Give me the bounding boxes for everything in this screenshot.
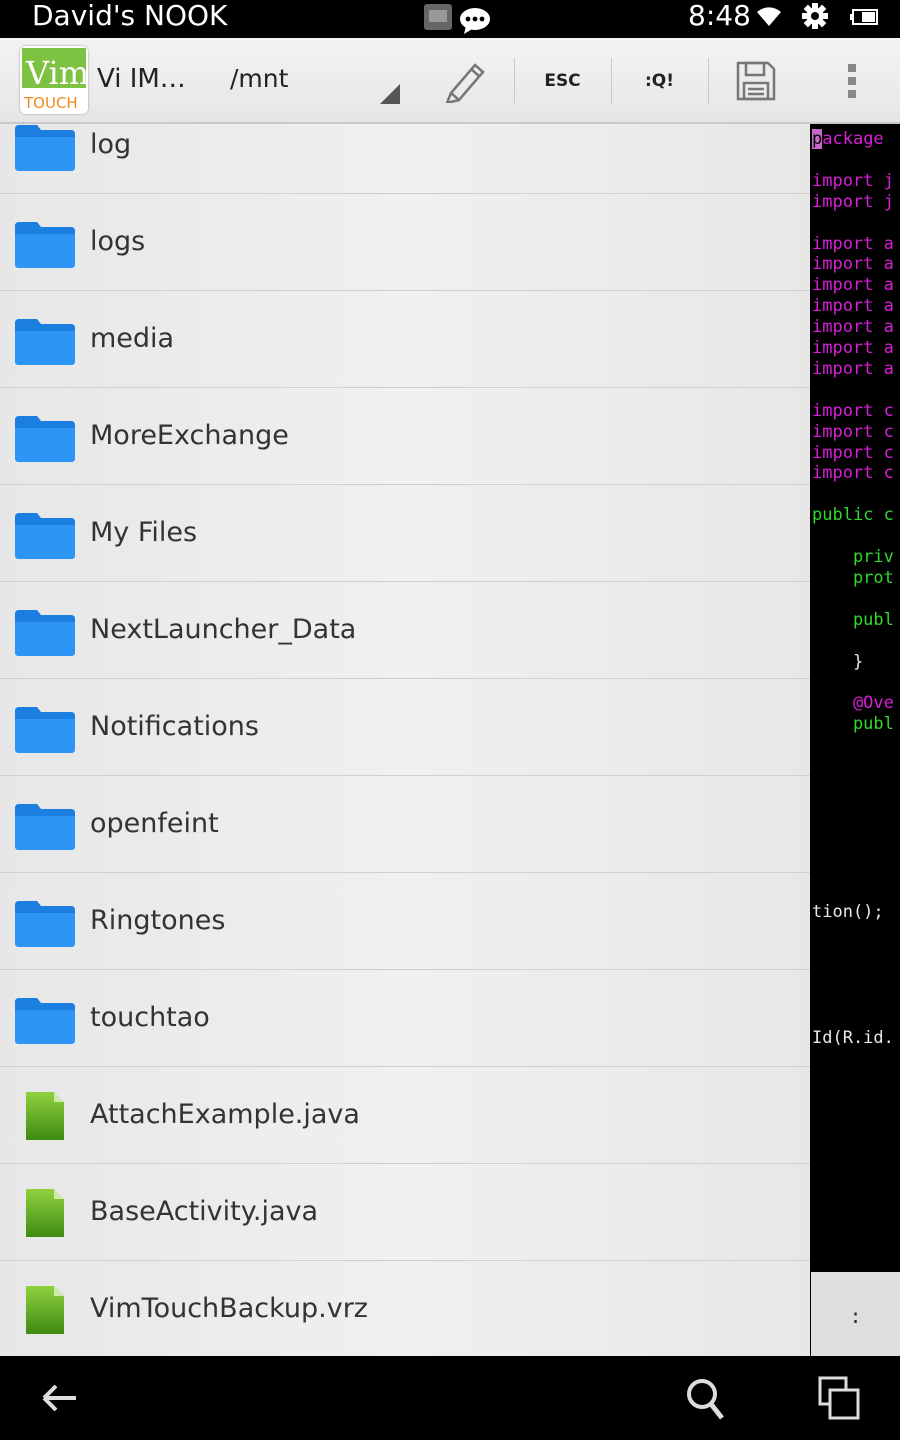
- text-cursor: p: [812, 129, 823, 149]
- folder-icon: [15, 610, 75, 660]
- overflow-menu-button[interactable]: [820, 38, 884, 124]
- code-line: import a: [812, 317, 894, 338]
- logo-text-top: Vim: [25, 54, 88, 92]
- code-line: publ: [812, 714, 894, 735]
- list-item[interactable]: NextLauncher_Data: [0, 582, 810, 679]
- code-line: priv: [812, 547, 894, 567]
- code-line: Id(R.id.: [812, 1027, 894, 1048]
- file-name: openfeint: [90, 808, 219, 839]
- code-line: import a: [812, 275, 894, 296]
- file-name: logs: [90, 226, 146, 257]
- battery-icon: [850, 9, 878, 29]
- code-line: @Ove: [812, 693, 894, 714]
- action-bar: Vim TOUCH Vi IM… /mnt ESC :Q!: [0, 38, 900, 124]
- code-line: import a: [812, 254, 894, 275]
- folder-icon: [15, 416, 75, 466]
- list-item[interactable]: BaseActivity.java: [0, 1164, 810, 1261]
- code-line: import c: [812, 442, 894, 463]
- list-item[interactable]: Ringtones: [0, 873, 810, 970]
- list-item[interactable]: VimTouchBackup.vrz: [0, 1261, 810, 1356]
- overflow-menu-icon: [848, 64, 856, 98]
- list-item[interactable]: logs: [0, 194, 810, 291]
- save-button[interactable]: [720, 38, 792, 124]
- clock: 8:48: [688, 0, 751, 32]
- code-line: import a: [812, 233, 894, 254]
- file-name: VimTouchBackup.vrz: [90, 1293, 368, 1324]
- file-name: Ringtones: [90, 905, 226, 936]
- list-item[interactable]: openfeint: [0, 776, 810, 873]
- file-name: MoreExchange: [90, 420, 289, 451]
- folder-icon: [15, 319, 75, 369]
- code-line: }: [812, 651, 864, 672]
- folder-icon: [15, 901, 75, 951]
- path-spinner[interactable]: /mnt: [230, 64, 402, 116]
- list-item[interactable]: My Files: [0, 485, 810, 582]
- code-line: import c: [812, 421, 894, 442]
- recent-apps-button[interactable]: [814, 1374, 866, 1422]
- code-line: import j: [812, 191, 894, 212]
- code-line: import c: [812, 463, 894, 484]
- divider: [708, 58, 709, 104]
- list-item[interactable]: touchtao: [0, 970, 810, 1067]
- search-button[interactable]: [682, 1374, 734, 1422]
- file-icon: [26, 1092, 64, 1144]
- back-button[interactable]: [36, 1374, 88, 1422]
- list-item[interactable]: MoreExchange: [0, 388, 810, 485]
- recent-apps-icon: [818, 1376, 860, 1420]
- file-list[interactable]: log logs media MoreExchange My Files Nex…: [0, 124, 810, 1356]
- folder-icon: [15, 804, 75, 854]
- navigation-bar: [0, 1356, 900, 1440]
- list-item[interactable]: media: [0, 291, 810, 388]
- folder-icon: [15, 125, 75, 175]
- code-line: public c: [812, 505, 894, 526]
- code-line: publ: [812, 609, 894, 630]
- settings-icon: [802, 3, 828, 33]
- folder-icon: [15, 998, 75, 1048]
- file-name: AttachExample.java: [90, 1099, 360, 1130]
- path-label: /mnt: [230, 64, 289, 93]
- code-line: prot: [812, 567, 894, 588]
- logo-text-bottom: TOUCH: [23, 94, 78, 112]
- code-line: import a: [812, 338, 894, 358]
- folder-icon: [15, 707, 75, 757]
- vim-command-line[interactable]: :: [811, 1272, 900, 1356]
- folder-icon: [15, 513, 75, 563]
- status-bar: David's NOOK 8:48: [0, 0, 900, 38]
- code-line: import j: [812, 170, 894, 191]
- file-name: touchtao: [90, 1002, 210, 1033]
- file-name: My Files: [90, 517, 198, 548]
- esc-button[interactable]: ESC: [515, 38, 610, 124]
- file-icon: [26, 1286, 64, 1338]
- vimtouch-notification-icon: [424, 4, 452, 34]
- save-icon: [736, 61, 776, 101]
- edit-button[interactable]: [430, 38, 500, 124]
- file-name: log: [90, 129, 132, 160]
- code-line: import a: [812, 358, 894, 379]
- device-name: David's NOOK: [32, 0, 228, 32]
- list-item[interactable]: Notifications: [0, 679, 810, 776]
- search-icon: [687, 1379, 724, 1420]
- folder-icon: [15, 222, 75, 272]
- file-name: media: [90, 323, 175, 354]
- edit-icon: [445, 63, 485, 103]
- file-name: BaseActivity.java: [90, 1196, 319, 1227]
- file-name: Notifications: [90, 711, 259, 742]
- code-line: package: [812, 129, 884, 149]
- code-line: import c: [812, 400, 894, 421]
- list-item[interactable]: log: [0, 124, 810, 194]
- wifi-icon: [755, 4, 783, 32]
- app-title[interactable]: Vi IM…: [97, 64, 186, 94]
- code-line: tion();: [812, 902, 884, 923]
- file-name: NextLauncher_Data: [90, 614, 357, 645]
- quit-button[interactable]: :Q!: [612, 38, 707, 124]
- file-icon: [26, 1189, 64, 1241]
- back-icon: [42, 1384, 76, 1412]
- vim-editor[interactable]: package import j import j import a import ai…: [811, 124, 900, 1272]
- app-logo[interactable]: Vim TOUCH: [20, 46, 88, 114]
- spinner-arrow-icon: [380, 84, 400, 104]
- chat-icon: [458, 6, 492, 38]
- code-line: import a: [812, 296, 894, 317]
- list-item[interactable]: AttachExample.java: [0, 1067, 810, 1164]
